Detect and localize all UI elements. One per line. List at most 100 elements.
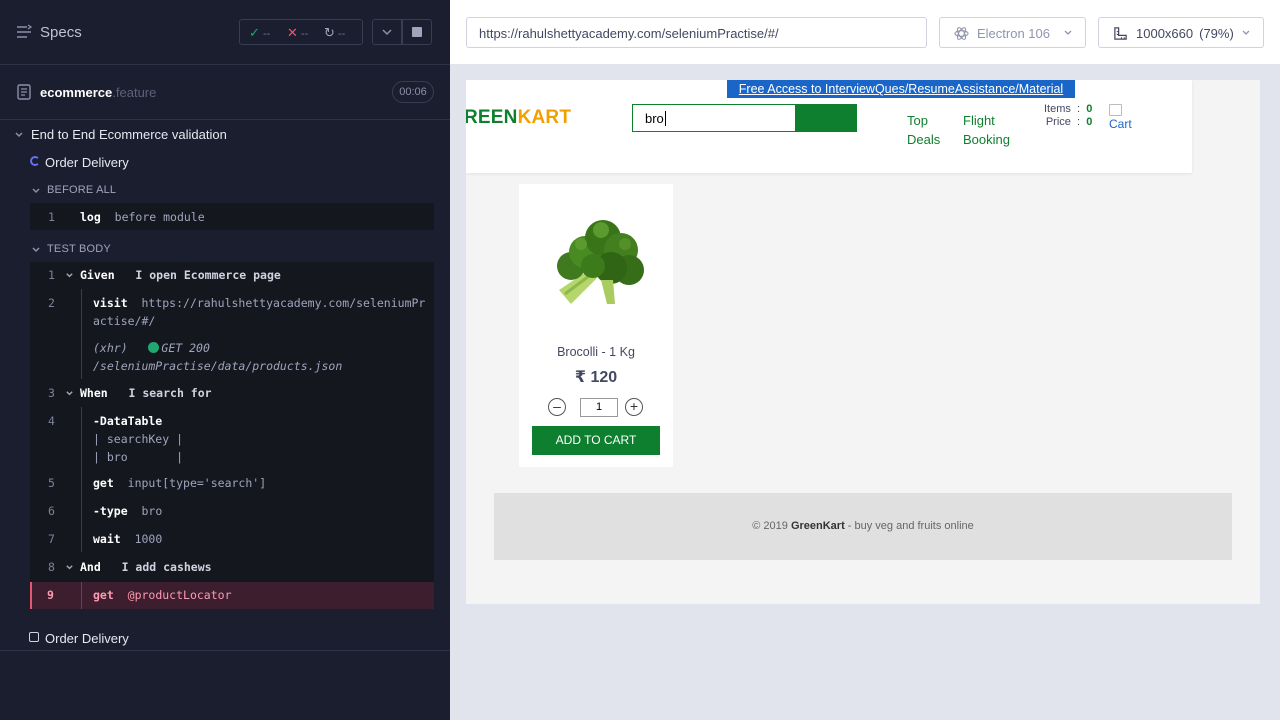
command-content: log before module xyxy=(80,210,205,224)
spec-file-extension: .feature xyxy=(112,85,157,100)
command-number: 2 xyxy=(48,296,55,310)
chevron-down-icon xyxy=(382,29,392,36)
command-name: -DataTable xyxy=(93,414,163,428)
url-bar[interactable]: https://rahulshettyacademy.com/seleniumP… xyxy=(466,17,927,48)
viewport-dimensions: 1000x660 xyxy=(1136,26,1194,41)
brand-logo[interactable]: REENKART xyxy=(466,107,571,129)
failed-count: -- xyxy=(300,28,309,40)
test-title: Order Delivery xyxy=(45,155,129,170)
spec-file-name: ecommerce.feature xyxy=(40,85,156,100)
check-icon: ✓ xyxy=(249,25,260,40)
cart-label: Cart xyxy=(1109,117,1132,131)
add-to-cart-button[interactable]: ADD TO CART xyxy=(532,426,660,455)
command-arg: bro xyxy=(141,504,163,518)
command-number: 1 xyxy=(48,210,55,224)
flight-booking-line2: Booking xyxy=(963,132,1010,147)
footer-brand: GreenKart xyxy=(790,520,845,532)
test-body-commands: 1 Given I open Ecommerce page 2 visit ht… xyxy=(30,262,434,582)
document-icon xyxy=(17,84,31,100)
command-content: get input[type='search'] xyxy=(93,476,266,490)
quantity-input[interactable]: 1 xyxy=(580,398,618,417)
xhr-status: GET 200 xyxy=(161,341,210,355)
test-stats: ✓ -- ✕ -- ↻ -- xyxy=(239,19,363,45)
promo-link[interactable]: Free Access to InterviewQues/ResumeAssis… xyxy=(727,80,1075,98)
footer-tagline: - buy veg and fruits online xyxy=(844,520,974,532)
decrement-button[interactable]: – xyxy=(548,398,566,416)
search-input[interactable]: bro xyxy=(632,104,796,132)
text-cursor xyxy=(664,111,666,126)
command-content: And I add cashews xyxy=(80,560,212,574)
command-arg: input[type='search'] xyxy=(127,476,267,490)
flight-booking-link[interactable]: Flight Booking xyxy=(963,111,1010,149)
stop-button[interactable] xyxy=(402,19,432,45)
brand-logo-part1: REEN xyxy=(466,107,518,128)
command-arg: I open Ecommerce page xyxy=(135,268,281,282)
command-number: 5 xyxy=(48,476,55,490)
top-deals-line1: Top xyxy=(907,113,928,128)
chevron-down-icon xyxy=(1242,30,1250,35)
broccoli-image xyxy=(557,220,644,304)
specs-title[interactable]: Specs xyxy=(40,24,82,41)
command-arg: I add cashews xyxy=(121,560,212,574)
passed-stat: ✓ -- xyxy=(249,25,270,41)
top-deals-link[interactable]: Top Deals xyxy=(907,111,940,149)
electron-icon xyxy=(954,27,969,40)
greenkart-header: Free Access to InterviewQues/ResumeAssis… xyxy=(466,80,1192,173)
product-card: Brocolli - 1 Kg ₹ 120 – 1 + xyxy=(519,184,673,467)
command-number: 3 xyxy=(48,386,55,400)
viewport-selector[interactable]: 1000x660 (79%) xyxy=(1098,17,1264,48)
price-row: Price : 0 xyxy=(1045,116,1093,128)
command-name: get xyxy=(93,588,114,602)
items-count: 0 xyxy=(1086,103,1093,115)
command-content: When I search for xyxy=(80,386,212,400)
command-name: When xyxy=(80,386,108,400)
viewport-size: 1000x660 (79%) xyxy=(1136,26,1234,41)
command-arg: https://rahulshettyacademy.com/seleniumP… xyxy=(141,296,426,310)
pending-square-icon xyxy=(29,632,39,642)
cart-link[interactable]: Cart xyxy=(1109,104,1132,131)
command-number: 7 xyxy=(48,532,55,546)
command-number: 4 xyxy=(48,414,55,428)
specs-menu-icon[interactable] xyxy=(16,24,32,40)
chevron-down-icon xyxy=(1064,30,1072,35)
command-number: 9 xyxy=(47,588,54,602)
broken-image-icon xyxy=(1109,104,1122,116)
status-success-icon xyxy=(148,342,160,353)
command-name: wait xyxy=(93,532,121,546)
items-row: Items : 0 xyxy=(1044,103,1093,115)
suite-title: End to End Ecommerce validation xyxy=(31,127,227,142)
failed-command-row[interactable]: 9 get @productLocator xyxy=(30,582,434,609)
cross-icon: ✕ xyxy=(287,25,298,40)
xhr-label: (xhr) xyxy=(93,341,128,355)
xhr-url: /seleniumPractise/data/products.json xyxy=(93,359,343,373)
specs-header: Specs ✓ -- ✕ -- ↻ -- xyxy=(0,0,450,65)
items-label: Items xyxy=(1044,103,1071,115)
search-button[interactable] xyxy=(795,104,857,132)
flight-booking-line1: Flight xyxy=(963,113,995,128)
command-content: get @productLocator xyxy=(93,588,232,602)
price-total: 0 xyxy=(1086,116,1093,128)
before-all-hook-label[interactable]: BEFORE ALL xyxy=(47,184,116,196)
viewport-zoom: (79%) xyxy=(1199,26,1234,41)
increment-button[interactable]: + xyxy=(625,398,643,416)
command-name: get xyxy=(93,476,114,490)
command-arg: @productLocator xyxy=(127,588,232,602)
test-body-label[interactable]: TEST BODY xyxy=(47,243,111,255)
command-number: 8 xyxy=(48,560,55,574)
pending-stat: ↻ -- xyxy=(324,25,345,41)
command-name: log xyxy=(80,210,101,224)
caret-down-icon xyxy=(66,273,73,278)
caret-down-icon xyxy=(66,391,73,396)
caret-down-icon xyxy=(32,247,40,253)
product-name: Brocolli - 1 Kg xyxy=(557,345,635,359)
spec-file-basename: ecommerce xyxy=(40,85,113,100)
spec-file-row[interactable]: ecommerce.feature 00:06 xyxy=(0,65,450,120)
price-label: Price xyxy=(1045,116,1071,128)
auto-scroll-button[interactable] xyxy=(372,19,402,45)
test-title: Order Delivery xyxy=(45,631,129,646)
pending-count: -- xyxy=(337,28,346,40)
command-content: wait 1000 xyxy=(93,532,162,546)
nesting-line xyxy=(81,289,82,379)
command-name: -type xyxy=(93,504,128,518)
browser-selector[interactable]: Electron 106 xyxy=(939,17,1086,48)
